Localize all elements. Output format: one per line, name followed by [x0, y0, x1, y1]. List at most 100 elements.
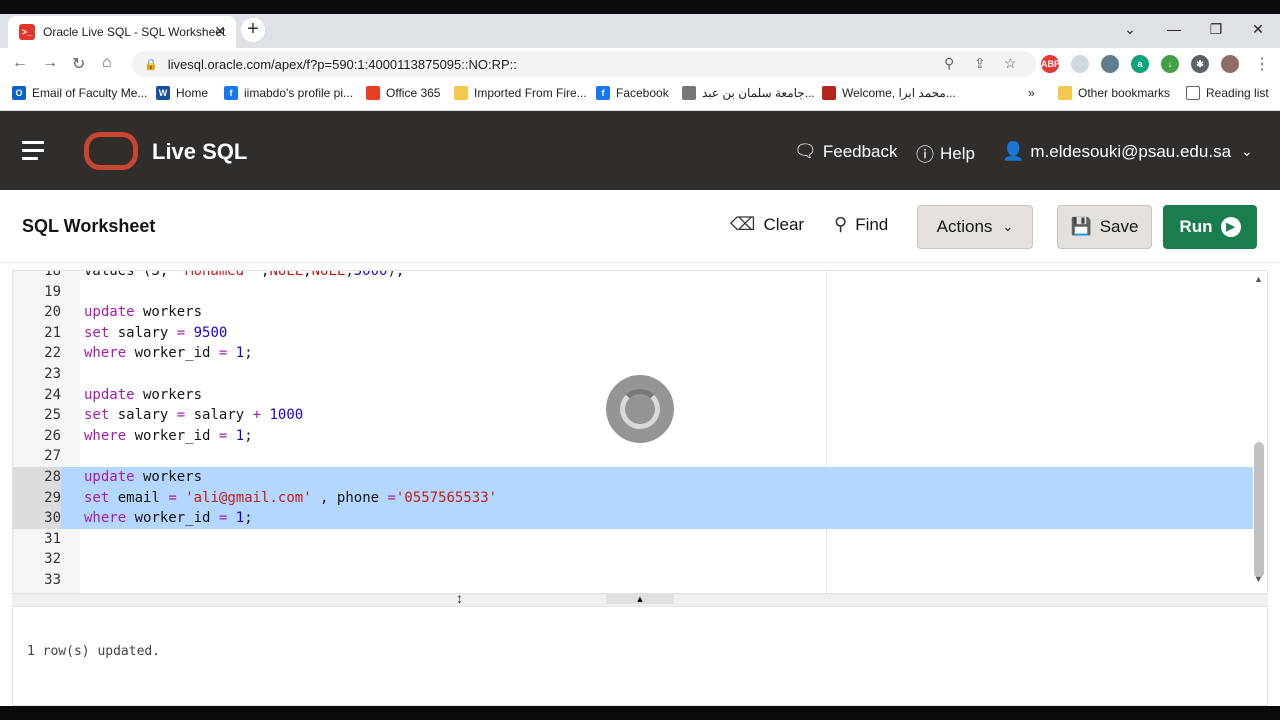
find-button[interactable]: ⚲ Find: [834, 214, 888, 235]
speech-bubble-icon: 🗨: [794, 141, 817, 161]
office-icon: [366, 86, 380, 100]
tab-close-icon[interactable]: ✕: [214, 23, 226, 40]
bookmark-item[interactable]: f iimabdo's profile pi...: [224, 86, 353, 100]
hamburger-menu-icon[interactable]: [22, 141, 44, 165]
bookmark-label: Imported From Fire...: [474, 86, 587, 100]
code-line[interactable]: 19: [13, 282, 1253, 303]
minimize-button[interactable]: —: [1152, 14, 1196, 44]
reading-list[interactable]: Reading list: [1186, 86, 1269, 100]
code-line[interactable]: 20 update workers: [13, 302, 1253, 323]
clear-button[interactable]: ⌫ Clear: [730, 214, 804, 235]
bookmarks-bar: O Email of Faculty Me... W Home f iimabd…: [0, 80, 1280, 111]
extension-window-icon[interactable]: [1101, 55, 1119, 73]
code-text: set email = 'ali@gmail.com' , phone ='05…: [84, 489, 498, 506]
code-line[interactable]: 31: [13, 529, 1253, 550]
bookmark-item[interactable]: Welcome, محمد ابرا...: [822, 86, 956, 100]
folder-icon: [1058, 86, 1072, 100]
bookmark-star-icon[interactable]: ☆: [1004, 55, 1017, 72]
zoom-icon[interactable]: ⚲: [944, 55, 954, 72]
tab-title: Oracle Live SQL - SQL Worksheet: [43, 25, 226, 39]
screen-bottom-bar: [0, 706, 1280, 720]
back-icon[interactable]: ←: [12, 54, 28, 72]
code-line[interactable]: 21 set salary = 9500: [13, 323, 1253, 344]
scroll-up-icon[interactable]: ▲: [1254, 274, 1263, 284]
oracle-logo[interactable]: [84, 132, 138, 170]
save-icon: 💾: [1070, 217, 1092, 236]
reading-list-icon: [1186, 86, 1200, 100]
play-icon: ▶: [1220, 217, 1241, 237]
bookmark-item[interactable]: O Email of Faculty Me...: [12, 86, 147, 100]
scroll-down-icon[interactable]: ▼: [1254, 574, 1263, 584]
bookmark-item[interactable]: f Facebook: [596, 86, 669, 100]
screen-top-bar: [0, 0, 1280, 14]
outlook-icon: O: [12, 86, 26, 100]
code-line[interactable]: 32: [13, 549, 1253, 570]
chevron-down-icon: ⌄: [1241, 143, 1253, 159]
code-line[interactable]: 27: [13, 446, 1253, 467]
code-text: where worker_id = 1;: [84, 510, 253, 527]
line-number: 27: [44, 448, 61, 465]
bookmark-item[interactable]: Imported From Fire...: [454, 86, 587, 100]
code-line[interactable]: 30 where worker_id = 1;: [13, 508, 1253, 529]
browser-tab[interactable]: >_ Oracle Live SQL - SQL Worksheet ✕: [8, 16, 236, 48]
extension-doc-icon[interactable]: [1071, 55, 1089, 73]
scrollbar-thumb[interactable]: [1254, 442, 1264, 578]
code-text: where worker_id = 1;: [84, 345, 253, 362]
line-number: 21: [44, 324, 61, 341]
code-line[interactable]: 28 update workers: [13, 466, 1253, 488]
code-line[interactable]: 33: [13, 570, 1253, 591]
find-label: Find: [855, 214, 889, 234]
bookmark-label: Home: [176, 86, 209, 100]
loading-spinner: [606, 375, 674, 443]
save-button[interactable]: 💾 Save: [1057, 205, 1152, 249]
wikipedia-icon: W: [156, 86, 170, 100]
folder-icon: [454, 86, 468, 100]
line-number: 22: [44, 345, 61, 362]
extension-a-icon[interactable]: a: [1131, 55, 1149, 73]
restore-button[interactable]: ❐: [1194, 14, 1238, 44]
close-window-button[interactable]: ✕: [1236, 14, 1280, 44]
run-button[interactable]: Run ▶: [1163, 205, 1257, 249]
collapse-toggle-icon[interactable]: ▲: [606, 594, 674, 604]
site-icon: [822, 86, 836, 100]
other-bookmarks[interactable]: Other bookmarks: [1058, 86, 1170, 100]
line-number: 31: [44, 530, 61, 547]
code-line[interactable]: 22 where worker_id = 1;: [13, 343, 1253, 364]
url-text: livesql.oracle.com/apex/f?p=590:1:400011…: [167, 56, 517, 72]
bookmark-item[interactable]: W Home: [156, 86, 208, 100]
user-menu[interactable]: 👤 m.eldesouki@psau.edu.sa ⌄: [1002, 141, 1253, 162]
line-number: 32: [44, 551, 61, 568]
other-bookmarks-label: Other bookmarks: [1078, 86, 1171, 100]
home-icon[interactable]: ⌂: [102, 54, 112, 72]
chevron-down-icon: ⌄: [1002, 219, 1014, 234]
omnibox[interactable]: 🔒 livesql.oracle.com/apex/f?p=590:1:4000…: [132, 51, 1036, 77]
extensions-puzzle-icon[interactable]: ✱: [1191, 55, 1209, 73]
forward-icon[interactable]: →: [42, 54, 58, 72]
facebook-icon: f: [224, 86, 238, 100]
bookmark-item[interactable]: Office 365: [366, 86, 440, 100]
tab-search-icon[interactable]: ⌄: [1108, 14, 1152, 44]
app-name[interactable]: Live SQL: [152, 139, 247, 165]
code-text: set salary = salary + 1000: [84, 407, 304, 424]
download-extension-icon[interactable]: ↓: [1161, 55, 1179, 73]
editor-scrollbar[interactable]: ▲ ▼: [1252, 272, 1266, 592]
bookmark-label: Office 365: [386, 86, 441, 100]
lock-icon: 🔒: [144, 58, 158, 71]
reload-icon[interactable]: ↻: [72, 54, 85, 74]
new-tab-button[interactable]: +: [241, 18, 265, 42]
feedback-link[interactable]: 🗨 Feedback: [794, 141, 898, 162]
eraser-icon: ⌫: [730, 214, 756, 234]
line-number: 25: [44, 407, 61, 424]
code-line[interactable]: 18 values (3, 'Mohamed' ,NULL,NULL,5000);: [13, 271, 1253, 282]
line-number: 30: [13, 508, 61, 529]
bookmarks-overflow-icon[interactable]: »: [1028, 86, 1035, 100]
code-line[interactable]: 29 set email = 'ali@gmail.com' , phone ='…: [13, 487, 1253, 509]
bookmark-item[interactable]: جامعة سلمان بن عبد...: [682, 86, 815, 100]
adblock-icon[interactable]: ABP: [1041, 55, 1060, 73]
help-link[interactable]: ⓘ Help: [916, 141, 975, 167]
pane-splitter[interactable]: ↕ ▲: [12, 590, 1268, 606]
browser-menu-icon[interactable]: ⋮: [1254, 54, 1270, 74]
profile-avatar[interactable]: [1221, 55, 1239, 73]
share-icon[interactable]: ⇪: [974, 55, 986, 72]
actions-button[interactable]: Actions ⌄: [917, 205, 1033, 249]
